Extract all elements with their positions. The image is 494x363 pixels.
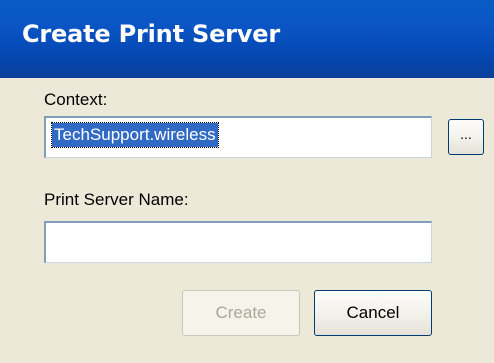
create-button[interactable]: Create [182,290,300,336]
title-bar[interactable]: Create Print Server [0,0,494,78]
browse-button[interactable]: ... [448,119,484,155]
context-label: Context: [44,90,108,109]
context-selected-text: TechSupport.wireless [51,122,219,148]
server-name-label: Print Server Name: [44,190,189,209]
context-field[interactable]: TechSupport.wireless [44,116,432,158]
window-title: Create Print Server [22,20,280,48]
server-name-field[interactable] [44,221,432,263]
cancel-button[interactable]: Cancel [314,290,432,336]
